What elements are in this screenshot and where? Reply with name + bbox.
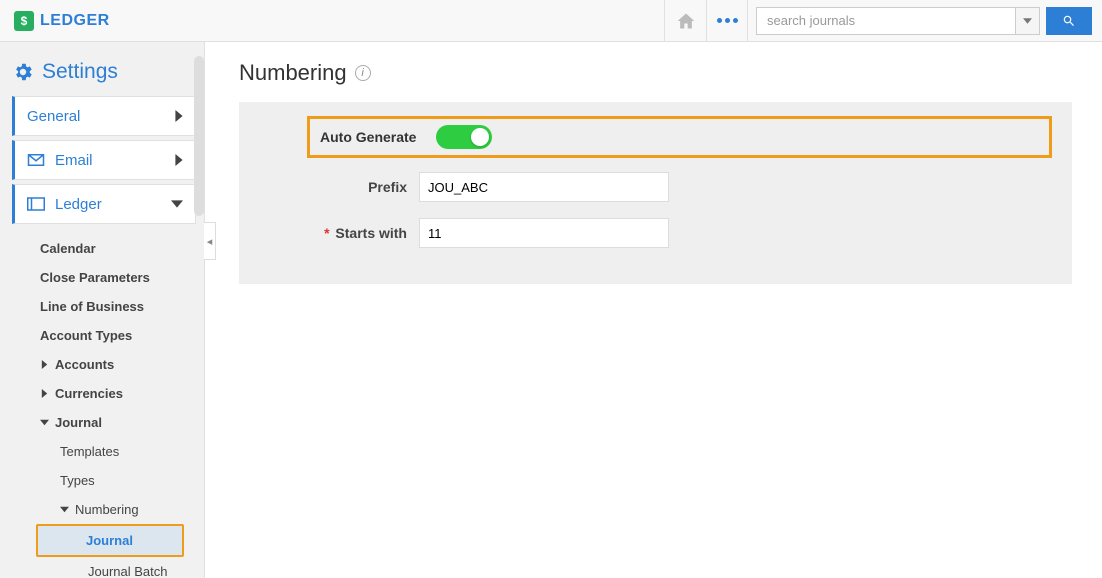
subnav-journal-types[interactable]: Types xyxy=(36,466,196,495)
starts-with-label: * Starts with xyxy=(259,225,419,241)
ledger-logo-icon: $ xyxy=(14,11,34,31)
subnav-account-types[interactable]: Account Types xyxy=(36,321,196,350)
chevron-down-icon xyxy=(171,200,183,208)
envelope-icon xyxy=(27,153,45,167)
sidebar-item-general[interactable]: General xyxy=(12,96,196,136)
page-title-text: Numbering xyxy=(239,60,347,86)
app-name: LEDGER xyxy=(40,12,110,30)
auto-generate-label: Auto Generate xyxy=(320,129,416,145)
ledger-icon xyxy=(27,197,45,211)
sidebar-item-email[interactable]: Email xyxy=(12,140,196,180)
prefix-label: Prefix xyxy=(259,179,419,195)
search-input[interactable] xyxy=(756,7,1016,35)
chevron-down-icon xyxy=(1023,18,1032,24)
starts-with-label-text: Starts with xyxy=(335,225,407,241)
search-button[interactable] xyxy=(1046,7,1092,35)
ledger-subnav: Calendar Close Parameters Line of Busine… xyxy=(12,228,196,578)
home-button[interactable] xyxy=(664,0,706,42)
prefix-input[interactable] xyxy=(419,172,669,202)
top-icon-group xyxy=(664,0,748,41)
subnav-journal-templates[interactable]: Templates xyxy=(36,437,196,466)
sidebar: Settings General Email Ledger Calendar C… xyxy=(0,42,205,578)
top-bar: $ LEDGER xyxy=(0,0,1102,42)
subnav-journal-numbering[interactable]: Numbering xyxy=(36,495,196,524)
app-logo[interactable]: $ LEDGER xyxy=(14,11,110,31)
subnav-label: Accounts xyxy=(55,357,114,372)
subnav-calendar[interactable]: Calendar xyxy=(36,234,196,263)
subnav-journal[interactable]: Journal xyxy=(36,408,196,437)
starts-with-row: * Starts with xyxy=(259,218,1052,248)
sidebar-item-label: Email xyxy=(55,152,175,169)
dots-icon xyxy=(717,18,738,23)
chevron-right-icon xyxy=(175,110,183,122)
sidebar-item-ledger[interactable]: Ledger xyxy=(12,184,196,224)
subnav-label: Numbering xyxy=(75,502,139,517)
chevron-right-icon xyxy=(40,360,49,369)
subnav-close-parameters[interactable]: Close Parameters xyxy=(36,263,196,292)
settings-heading: Settings xyxy=(12,60,196,84)
subnav-accounts[interactable]: Accounts xyxy=(36,350,196,379)
home-icon xyxy=(676,11,696,31)
sidebar-item-label: General xyxy=(27,108,175,125)
chevron-right-icon xyxy=(175,154,183,166)
starts-with-input[interactable] xyxy=(419,218,669,248)
settings-title: Settings xyxy=(42,60,118,84)
chevron-down-icon xyxy=(40,418,49,427)
numbering-form: Auto Generate Prefix * Starts with xyxy=(239,102,1072,284)
toggle-knob xyxy=(471,128,489,146)
sidebar-collapse-handle[interactable]: ◂ xyxy=(204,222,216,260)
page-title: Numbering i xyxy=(239,60,1072,86)
subnav-currencies[interactable]: Currencies xyxy=(36,379,196,408)
main-content: ◂ Numbering i Auto Generate Prefix * Sta… xyxy=(205,42,1102,578)
search-dropdown-button[interactable] xyxy=(1016,7,1040,35)
chevron-right-icon xyxy=(40,389,49,398)
subnav-line-of-business[interactable]: Line of Business xyxy=(36,292,196,321)
subnav-numbering-journal[interactable]: Journal xyxy=(36,524,184,557)
gear-icon xyxy=(12,61,34,83)
subnav-numbering-journal-batch[interactable]: Journal Batch xyxy=(36,557,196,578)
info-icon[interactable]: i xyxy=(355,65,371,81)
sidebar-scrollbar[interactable] xyxy=(194,56,204,216)
auto-generate-toggle[interactable] xyxy=(436,125,492,149)
auto-generate-highlight: Auto Generate xyxy=(307,116,1052,158)
subnav-label: Journal xyxy=(55,415,102,430)
subnav-label: Currencies xyxy=(55,386,123,401)
search-group xyxy=(756,7,1092,35)
chevron-down-icon xyxy=(60,505,69,514)
sidebar-item-label: Ledger xyxy=(55,196,171,213)
more-menu-button[interactable] xyxy=(706,0,748,42)
prefix-row: Prefix xyxy=(259,172,1052,202)
search-icon xyxy=(1062,14,1076,28)
